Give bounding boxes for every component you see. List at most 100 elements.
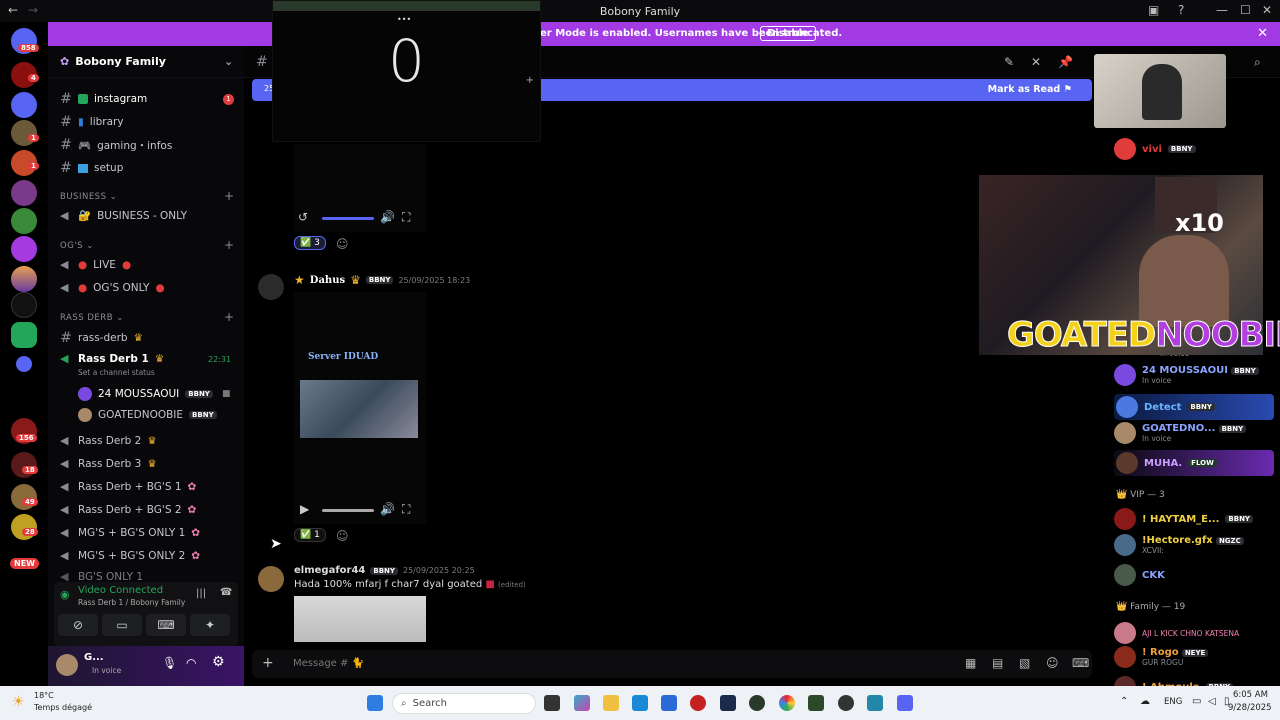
emoji-picker-icon[interactable]: ☺ [1046,656,1059,670]
gift-icon[interactable]: ▦ [965,656,976,670]
fullscreen-icon[interactable]: ⛶ [402,502,410,517]
channel-setup[interactable]: # setup [60,160,123,176]
disable-button[interactable]: Disable [760,26,816,41]
channel-status[interactable]: Set a channel status [78,368,155,377]
member-row[interactable]: 24 MOUSSAOUI BBNY In voice [1114,364,1259,386]
member-row[interactable]: vivi BBNY [1114,138,1196,160]
user-name[interactable]: G... [84,652,104,663]
channel-library[interactable]: # ▮ library [60,114,123,130]
server-icon[interactable] [11,484,37,510]
pin-icon[interactable]: 📌 [1058,55,1073,69]
server-icon[interactable] [11,514,37,540]
voice-location[interactable]: Rass Derb 1 / Bobony Family [78,598,185,607]
headphones-icon[interactable]: ◠ [186,656,196,670]
threads-icon[interactable]: ✎ [1004,55,1014,69]
sticker-icon[interactable]: ▧ [1019,656,1030,670]
upload-plus-icon[interactable]: + [262,655,274,671]
network-icon[interactable]: ▭ [1192,696,1201,707]
message-input[interactable]: Message # 🐈 [293,658,364,669]
mark-as-read-button[interactable]: Mark as Read ⚑ [988,84,1072,95]
add-reaction-icon[interactable]: ☺ [336,529,349,543]
chevron-up-icon[interactable]: ⌃ [1120,696,1128,707]
add-channel-icon[interactable]: + [224,310,234,324]
add-channel-icon[interactable]: + [224,189,234,203]
volume-icon[interactable]: ◁ [1208,696,1216,707]
plus-icon[interactable]: + [526,75,534,86]
server-icon[interactable] [11,92,37,118]
screen-share-button[interactable]: ▭ [102,614,142,636]
server-icon[interactable] [11,120,37,146]
server-icon[interactable] [11,180,37,206]
help-icon[interactable]: ? [1178,3,1184,17]
member-row[interactable]: !Hectore.gfx NGZC XCVII: [1114,534,1244,556]
xbox-icon[interactable] [749,695,765,711]
copilot-icon[interactable] [574,695,590,711]
channel-live[interactable]: ◀ ● LIVE ● [60,258,131,271]
store-icon[interactable] [661,695,677,711]
task-view-icon[interactable] [544,695,560,711]
member-row[interactable]: CKK [1114,564,1165,586]
mute-bell-icon[interactable]: ✕ [1031,55,1041,69]
channel-ogs-only[interactable]: ◀ ● OG'S ONLY ● [60,281,165,294]
channel-rass-derb-text[interactable]: # rass-derb ♛ [60,330,143,346]
discord-icon[interactable] [897,695,913,711]
fullscreen-icon[interactable]: ⛶ [402,210,410,225]
close-button[interactable]: ✕ [1262,3,1272,17]
category-business[interactable]: BUSINESS ⌄ [60,192,117,202]
tray-app-icon[interactable]: ☁ [1140,696,1150,707]
edge-icon[interactable] [632,695,648,711]
volume-icon[interactable]: 🔊 [380,502,395,516]
member-row[interactable]: ! HAYTAM_E... BBNY [1114,508,1254,530]
weather-icon[interactable]: ☀ [12,694,25,710]
author-name[interactable]: Dahus [310,275,345,286]
settings-gear-icon[interactable]: ⚙ [212,654,225,670]
notepad-icon[interactable] [867,695,883,711]
progress-bar[interactable] [322,217,374,220]
channel-business-only[interactable]: ◀ 🔐 BUSINESS - ONLY [60,209,187,222]
avatar[interactable] [258,566,284,592]
avatar[interactable] [258,274,284,300]
voice-channel-rass-bg-1[interactable]: ◀ Rass Derb + BG'S 1 ✿ [60,480,196,493]
disconnect-icon[interactable]: ☎ [220,587,232,598]
reaction-check[interactable]: ✅ 1 [294,528,326,542]
steam-icon[interactable] [720,695,736,711]
windows-start-icon[interactable] [367,695,383,711]
search-icon[interactable]: ⌕ [1254,55,1261,70]
category-ogs[interactable]: OG'S ⌄ [60,241,94,251]
channel-instagram[interactable]: # instagram [60,91,147,107]
voice-channel-mg-bg-1[interactable]: ◀ MG'S + BG'S ONLY 1 ✿ [60,526,200,539]
voice-channel-rass-derb-1[interactable]: ◀ Rass Derb 1 ♛ [60,352,164,365]
member-row[interactable]: GOATEDNO... BBNY In voice [1114,422,1247,444]
volume-icon[interactable]: 🔊 [380,210,395,224]
soundboard-button[interactable]: ✦ [190,614,230,636]
progress-bar[interactable] [322,509,374,512]
voice-user-row[interactable]: 24 MOUSSAOUI BBNY [78,387,213,401]
author-name[interactable]: elmegafor44 [294,565,365,576]
obs-icon[interactable] [838,695,854,711]
taskbar-search[interactable]: ⌕ Search [392,693,536,714]
play-icon[interactable]: ▶ [300,502,309,516]
server-icon[interactable] [11,236,37,262]
clock-date[interactable]: 9/28/2025 [1228,703,1272,713]
inbox-icon[interactable]: ▣ [1148,3,1159,17]
banner-close-icon[interactable]: ✕ [1257,26,1268,41]
microphone-icon[interactable]: 🎙 [162,656,177,670]
add-channel-icon[interactable]: + [224,238,234,252]
chrome-icon[interactable] [779,695,795,711]
noise-icon[interactable]: ||| [196,588,206,599]
voice-status[interactable]: Video Connected [78,585,163,596]
voice-channel-rass-derb-3[interactable]: ◀ Rass Derb 3 ♛ [60,457,157,470]
server-icon[interactable] [11,266,37,292]
voice-user-row[interactable]: GOATEDNOOBIE BBNY [78,408,217,422]
voice-channel-rass-bg-2[interactable]: ◀ Rass Derb + BG'S 2 ✿ [60,503,196,516]
gif-icon[interactable]: ▤ [992,656,1003,670]
server-header[interactable]: ✿ Bobony Family ⌄ [48,46,244,78]
maximize-button[interactable]: ☐ [1240,3,1251,17]
member-row[interactable]: Detect BBNY [1114,394,1274,420]
video-attachment[interactable]: Server IDUAD [294,292,426,524]
minimize-button[interactable]: — [1216,3,1228,17]
member-row[interactable]: ! Rogo NEYE GUR ROGU [1114,646,1209,668]
camera-off-button[interactable]: ⊘ [58,614,98,636]
file-explorer-icon[interactable] [603,695,619,711]
server-icon[interactable] [11,452,37,478]
